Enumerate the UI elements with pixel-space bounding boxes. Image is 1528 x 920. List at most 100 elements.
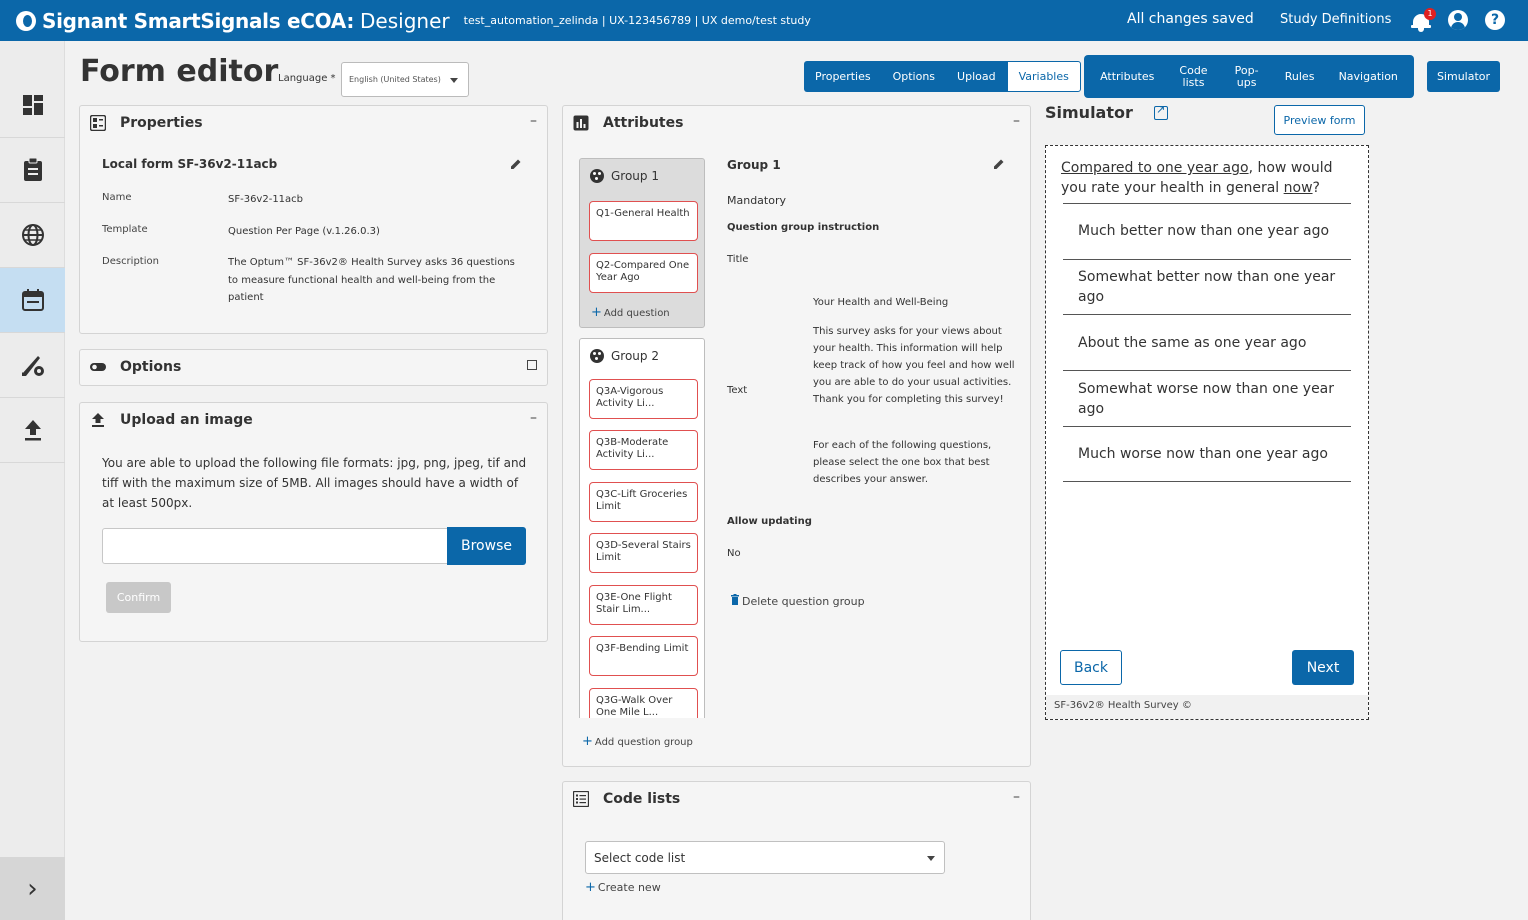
next-button[interactable]: Next: [1292, 650, 1354, 685]
create-new-code-list-link[interactable]: + Create new: [585, 880, 661, 895]
simulator-frame: Compared to one year ago, how would you …: [1045, 145, 1369, 720]
collapse-icon[interactable]: –: [1013, 113, 1020, 129]
name-label: Name: [102, 192, 132, 203]
text-label: Text: [727, 385, 748, 396]
sidebar-expand-button[interactable]: ›: [0, 857, 65, 920]
properties-panel: Properties – Local form SF-36v2-11acb Na…: [79, 105, 548, 334]
add-question-group-link[interactable]: + Add question group: [582, 734, 693, 749]
code-list-select[interactable]: Select code list: [585, 841, 945, 874]
user-account-icon[interactable]: [1448, 10, 1468, 30]
answer-option[interactable]: Somewhat better now than one year ago: [1078, 267, 1338, 307]
code-lists-header: Code lists: [573, 791, 680, 807]
template-value: Question Per Page (v.1.26.0.3): [228, 226, 380, 237]
collapse-icon[interactable]: –: [530, 410, 537, 426]
panel-title: Upload an image: [120, 412, 253, 428]
app-subtitle: Designer: [360, 8, 450, 33]
confirm-button[interactable]: Confirm: [106, 582, 171, 613]
tab-code-lists[interactable]: Code lists: [1179, 64, 1209, 89]
tab-simulator[interactable]: Simulator: [1427, 61, 1500, 92]
tab-pop-ups[interactable]: Pop-ups: [1233, 64, 1261, 89]
question-card[interactable]: Q3D-Several Stairs Limit: [589, 533, 698, 573]
tab-upload[interactable]: Upload: [946, 61, 1007, 92]
page-title: Form editor: [80, 54, 279, 89]
sidebar-item-upload[interactable]: [0, 398, 65, 463]
tab-rules[interactable]: Rules: [1285, 70, 1315, 83]
edit-pencil-icon[interactable]: [510, 158, 522, 170]
sidebar: ›: [0, 41, 65, 920]
panel-title: Code lists: [603, 791, 681, 807]
study-breadcrumb: test_automation_zelinda | UX-123456789 |…: [463, 14, 811, 27]
tab-variables[interactable]: Variables: [1006, 61, 1081, 92]
text-value-p1: This survey asks for your views about yo…: [813, 326, 1015, 405]
question-card[interactable]: Q3C-Lift Groceries Limit: [589, 482, 698, 522]
question-card[interactable]: Q3A-Vigorous Activity Li...: [589, 379, 698, 419]
tab-properties[interactable]: Properties: [804, 61, 882, 92]
caret-down-icon: [927, 856, 935, 861]
question-card[interactable]: Q1-General Health: [589, 201, 698, 241]
language-select-value: English (United States): [349, 75, 441, 84]
mandatory-label: Mandatory: [727, 194, 787, 207]
template-label: Template: [102, 224, 148, 235]
plus-icon: +: [591, 305, 602, 320]
upload-icon: [24, 420, 41, 441]
option-divider: [1063, 481, 1351, 482]
question-card[interactable]: Q3E-One Flight Stair Lim...: [589, 585, 698, 625]
sidebar-item-dashboard[interactable]: [0, 73, 65, 138]
name-value: SF-36v2-11acb: [228, 194, 304, 205]
code-list-placeholder: Select code list: [594, 851, 686, 865]
answer-option[interactable]: About the same as one year ago: [1078, 333, 1338, 353]
delete-question-group-link[interactable]: Delete question group: [731, 594, 865, 608]
help-icon[interactable]: ?: [1485, 10, 1505, 30]
instruction-label: Question group instruction: [727, 222, 880, 233]
question-card[interactable]: Q3B-Moderate Activity Li...: [589, 430, 698, 470]
group-icon: [590, 169, 604, 183]
tab-options[interactable]: Options: [882, 61, 946, 92]
tab-navigation[interactable]: Navigation: [1339, 70, 1398, 83]
question-card[interactable]: Q3F-Bending Limit: [589, 636, 698, 676]
edit-pencil-icon[interactable]: [993, 158, 1005, 170]
question-group-2[interactable]: Group 2 Q3A-Vigorous Activity Li... Q3B-…: [579, 338, 705, 718]
question-card[interactable]: Q3G-Walk Over One Mile L...: [589, 688, 698, 718]
simulator-footer: SF-36v2® Health Survey ©: [1046, 695, 1368, 719]
browse-button[interactable]: Browse: [447, 527, 526, 565]
title-label: Title: [727, 254, 749, 265]
open-external-icon[interactable]: [1154, 103, 1168, 120]
collapse-icon[interactable]: –: [530, 113, 537, 129]
file-path-input[interactable]: [102, 528, 448, 564]
group-icon: [590, 349, 604, 363]
sidebar-item-forms[interactable]: [0, 138, 65, 203]
options-panel[interactable]: Options: [79, 349, 548, 386]
group-title: Group 2: [590, 349, 659, 363]
sidebar-item-languages[interactable]: [0, 203, 65, 268]
answer-option[interactable]: Much worse now than one year ago: [1078, 444, 1338, 464]
dashboard-icon: [22, 95, 43, 115]
sidebar-item-schedule[interactable]: [0, 268, 65, 333]
collapse-icon[interactable]: –: [1013, 789, 1020, 805]
add-question-link[interactable]: + Add question: [591, 305, 670, 320]
answer-option[interactable]: Somewhat worse now than one year ago: [1078, 379, 1338, 419]
calendar-icon: [21, 289, 44, 311]
notifications-bell-icon[interactable]: 1: [1411, 8, 1436, 32]
expand-icon[interactable]: [527, 360, 537, 370]
group-list: Group 1 Q1-General Health Q2-Compared On…: [563, 156, 713, 718]
study-definitions-link[interactable]: Study Definitions: [1280, 12, 1391, 27]
sidebar-item-design-settings[interactable]: [0, 333, 65, 398]
back-button[interactable]: Back: [1060, 650, 1122, 685]
globe-icon: [21, 224, 44, 246]
caret-down-icon: [450, 78, 458, 83]
tab-attributes[interactable]: Attributes: [1100, 70, 1154, 83]
panel-title: Attributes: [603, 115, 684, 131]
question-group-1[interactable]: Group 1 Q1-General Health Q2-Compared On…: [579, 158, 705, 328]
option-divider: [1063, 370, 1351, 371]
tab-group-right: Attributes Code lists Pop-ups Rules Navi…: [1084, 55, 1414, 98]
option-divider: [1063, 426, 1351, 427]
language-label: Language *: [278, 73, 336, 84]
upload-panel: Upload an image – You are able to upload…: [79, 402, 548, 642]
code-lists-panel: Code lists – Select code list + Create ne…: [562, 781, 1031, 920]
question-card[interactable]: Q2-Compared One Year Ago: [589, 253, 698, 293]
title-value: Your Health and Well-Being: [813, 297, 949, 308]
answer-option[interactable]: Much better now than one year ago: [1078, 221, 1338, 241]
language-select[interactable]: English (United States): [341, 62, 469, 97]
notification-count-badge: 1: [1424, 8, 1436, 20]
preview-form-button[interactable]: Preview form: [1274, 105, 1365, 135]
